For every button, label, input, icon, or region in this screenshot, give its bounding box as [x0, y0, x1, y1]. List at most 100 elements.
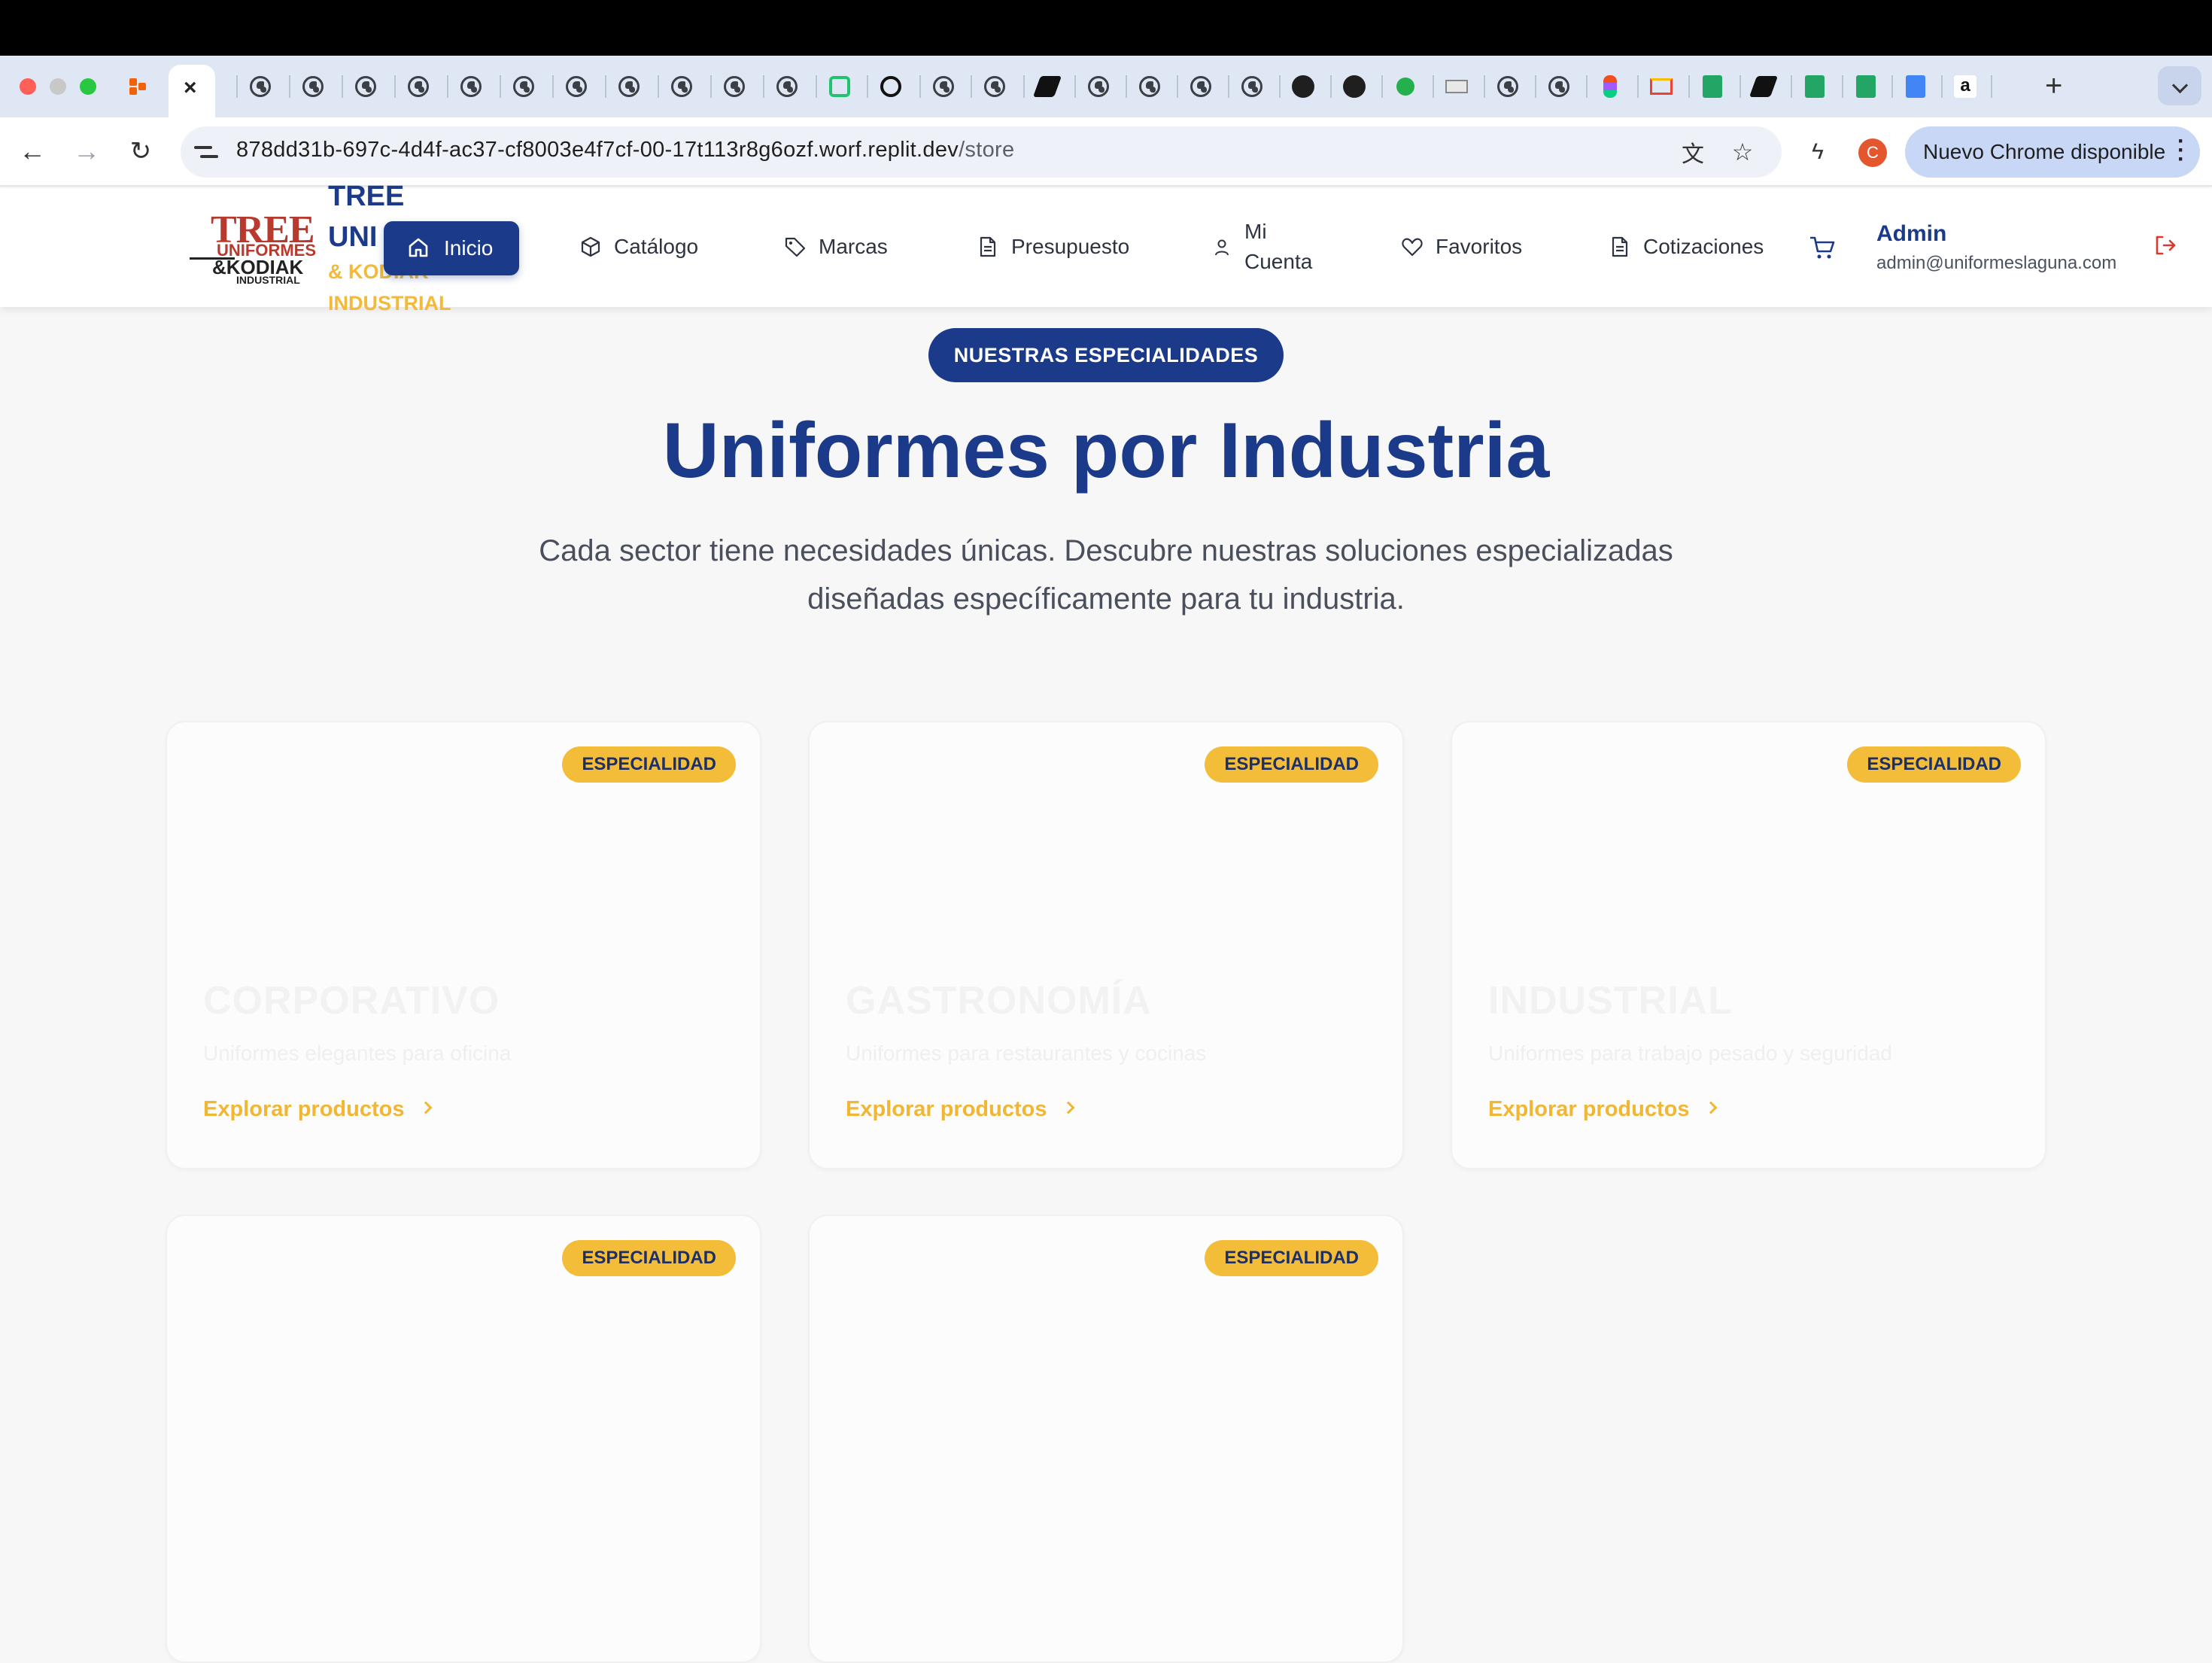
site-settings-icon[interactable]: [194, 140, 218, 164]
app-tab-icon[interactable]: [1392, 73, 1419, 100]
figma-tab-icon[interactable]: [1597, 73, 1624, 100]
industry-card-5[interactable]: ESPECIALIDAD: [808, 1215, 1404, 1663]
globe-tab-icon[interactable]: [1494, 73, 1521, 100]
globe-tab-icon[interactable]: [930, 73, 957, 100]
nav-marcas-label: Marcas: [819, 235, 888, 258]
nav-inicio[interactable]: Inicio: [384, 221, 519, 275]
tab-separator: [1941, 75, 1943, 98]
globe-tab-icon[interactable]: [405, 73, 432, 100]
openai-tab-icon[interactable]: [877, 73, 904, 100]
cart-icon[interactable]: [1809, 235, 1836, 260]
tab-separator: [867, 75, 868, 98]
specialties-pill: NUESTRAS ESPECIALIDADES: [928, 328, 1284, 382]
maximize-window-button[interactable]: [80, 78, 96, 95]
globe-tab-icon[interactable]: [981, 73, 1008, 100]
nav-marcas[interactable]: Marcas: [784, 235, 888, 259]
app-tab-icon[interactable]: [1749, 73, 1779, 100]
sheets-tab-icon[interactable]: [1801, 73, 1828, 100]
app-tab-icon[interactable]: [1032, 73, 1062, 100]
specialty-badge: ESPECIALIDAD: [562, 1240, 736, 1276]
new-tab-button[interactable]: +: [2045, 69, 2062, 103]
docs-tab-icon[interactable]: [1902, 73, 1929, 100]
box-icon: [581, 236, 600, 257]
reload-icon[interactable]: ↻: [125, 135, 156, 167]
close-tab-icon[interactable]: ×: [184, 75, 197, 101]
explore-products-link[interactable]: Explorar productos: [846, 1097, 1074, 1122]
globe-tab-icon[interactable]: [457, 73, 485, 100]
tab-separator: [1637, 75, 1639, 98]
globe-tab-icon[interactable]: [1238, 73, 1266, 100]
sheets-tab-icon[interactable]: [1852, 73, 1879, 100]
bookmark-star-icon[interactable]: ☆: [1727, 137, 1758, 167]
user-email: admin@uniformeslaguna.com: [1876, 253, 2117, 273]
amazon-tab-icon[interactable]: a: [1952, 73, 1979, 100]
heart-icon: [1402, 238, 1423, 257]
tab-separator: [342, 75, 343, 98]
globe-tab-icon[interactable]: [1545, 73, 1572, 100]
close-window-button[interactable]: [20, 78, 36, 95]
nav-cotizaciones[interactable]: Cotizaciones: [1609, 235, 1764, 259]
globe-tab-icon[interactable]: [510, 73, 537, 100]
industry-card-4[interactable]: ESPECIALIDAD: [166, 1215, 761, 1663]
more-menu-icon[interactable]: · · ·: [2177, 130, 2185, 171]
globe-tab-icon[interactable]: [773, 73, 801, 100]
globe-tab-icon[interactable]: [247, 73, 274, 100]
nav-catalogo[interactable]: Catálogo: [579, 235, 698, 259]
replit-tab-icon[interactable]: [129, 78, 147, 96]
gmail-tab-icon[interactable]: [1648, 73, 1675, 100]
tab-search-button[interactable]: [2158, 66, 2201, 105]
nav-presupuesto[interactable]: Presupuesto: [977, 235, 1129, 259]
app-tab-icon[interactable]: [826, 73, 853, 100]
sheets-tab-icon[interactable]: [1699, 73, 1726, 100]
globe-tab-icon[interactable]: [1136, 73, 1163, 100]
globe-tab-icon[interactable]: [615, 73, 643, 100]
nav-favoritos[interactable]: Favoritos: [1401, 235, 1522, 259]
industry-card-corporativo[interactable]: ESPECIALIDAD CORPORATIVO Uniformes elega…: [166, 721, 761, 1169]
nav-favoritos-label: Favoritos: [1436, 235, 1523, 258]
nav-inicio-label: Inicio: [444, 236, 494, 260]
specialty-badge: ESPECIALIDAD: [1205, 746, 1378, 783]
nav-cotizaciones-label: Cotizaciones: [1643, 235, 1764, 258]
explore-products-link[interactable]: Explorar productos: [203, 1097, 432, 1122]
back-icon[interactable]: ←: [17, 135, 48, 167]
logout-icon[interactable]: [2153, 233, 2177, 257]
globe-tab-icon[interactable]: [299, 73, 327, 100]
user-icon: [1215, 239, 1229, 256]
chrome-update-button[interactable]: Nuevo Chrome disponible · · ·: [1905, 126, 2200, 178]
active-tab[interactable]: ×: [169, 65, 215, 117]
globe-tab-icon[interactable]: [563, 73, 590, 100]
translate-icon[interactable]: 文: [1678, 137, 1708, 167]
tab-separator: [1074, 75, 1076, 98]
minimize-window-button[interactable]: [50, 78, 66, 95]
forward-icon[interactable]: →: [71, 135, 102, 167]
url-text[interactable]: 878dd31b-697c-4d4f-ac37-cf8003e4f7cf-00-…: [236, 138, 1014, 163]
tab-separator: [447, 75, 448, 98]
nav-mi-cuenta-line2: Cuenta: [1244, 250, 1313, 273]
explore-products-label: Explorar productos: [846, 1097, 1047, 1121]
profile-avatar[interactable]: C: [1858, 138, 1887, 167]
tab-separator: [1586, 75, 1588, 98]
globe-tab-icon[interactable]: [721, 73, 748, 100]
globe-tab-icon[interactable]: [352, 73, 379, 100]
tab-separator: [1279, 75, 1281, 98]
brand-logo[interactable]: TREE UNIFORMES &KODIAK INDUSTRIAL: [190, 208, 316, 287]
tab-separator: [289, 75, 290, 98]
tab-separator: [763, 75, 764, 98]
brand-title-line1: TREE: [328, 181, 405, 212]
globe-tab-icon[interactable]: [1085, 73, 1112, 100]
github-tab-icon[interactable]: [1290, 73, 1317, 100]
github-tab-icon[interactable]: [1341, 73, 1368, 100]
performance-icon[interactable]: ϟ: [1803, 137, 1833, 167]
card-description: Uniformes para trabajo pesado y segurida…: [1488, 1041, 1892, 1065]
user-name[interactable]: Admin: [1876, 221, 1946, 247]
industry-card-industrial[interactable]: ESPECIALIDAD INDUSTRIAL Uniformes para t…: [1451, 721, 2046, 1169]
home-icon: [409, 238, 428, 257]
nav-mi-cuenta-line1: Mi: [1244, 220, 1267, 243]
globe-tab-icon[interactable]: [668, 73, 695, 100]
tab-separator: [1535, 75, 1536, 98]
app-tab-icon[interactable]: [1443, 73, 1470, 100]
industry-card-gastronomia[interactable]: ESPECIALIDAD GASTRONOMÍA Uniformes para …: [808, 721, 1404, 1169]
explore-products-link[interactable]: Explorar productos: [1488, 1097, 1717, 1122]
globe-tab-icon[interactable]: [1187, 73, 1214, 100]
card-title: GASTRONOMÍA: [846, 979, 1152, 1023]
